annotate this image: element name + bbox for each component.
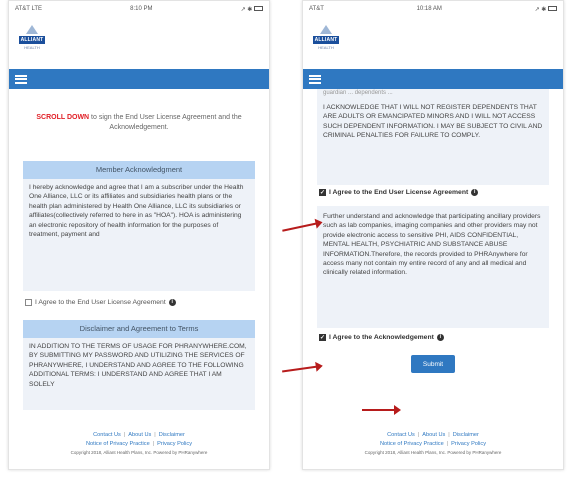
logo-wordmark: ALLIANT — [312, 36, 340, 44]
member-acknowledgment-title: Member Acknowledgment — [23, 161, 255, 179]
alliant-logo[interactable]: ALLIANT HEALTH — [17, 25, 47, 50]
right-phone-screen: AT&T 10:18 AM ↗ ✱ ALLIANT HEALTH guardia… — [302, 0, 564, 470]
left-phone-screen: AT&T LTE 8:10 PM ↗ ✱ ALLIANT HEALTH SCRO… — [8, 0, 270, 470]
main-content: guardian ... dependents ... I ACKNOWLEDG… — [303, 89, 563, 373]
contact-us-link[interactable]: Contact Us — [93, 432, 121, 438]
dependents-acknowledgment-body[interactable]: I ACKNOWLEDGE THAT I WILL NOT REGISTER D… — [317, 97, 549, 185]
disclaimer-body[interactable]: IN ADDITION TO THE TERMS OF USAGE FOR PH… — [23, 338, 255, 410]
footer-privacy-links: Notice of Privacy Practice | Privacy Polic… — [379, 441, 486, 447]
about-us-link[interactable]: About Us — [128, 432, 151, 438]
main-content: SCROLL DOWN to sign the End User License… — [9, 113, 269, 410]
disclaimer-panel: Disclaimer and Agreement to Terms IN ADD… — [23, 320, 255, 410]
status-icons: ↗ ✱ — [535, 6, 557, 13]
agree-ack-row[interactable]: ✓ I Agree to the Acknowledgement i — [319, 334, 549, 341]
carrier-label: AT&T LTE — [15, 6, 43, 12]
footer: Contact Us | About Us | Disclaimer Notice of… — [303, 431, 563, 455]
info-icon[interactable]: i — [471, 189, 479, 196]
member-acknowledgment-panel: Member Acknowledgment I hereby acknowled… — [23, 161, 255, 291]
status-icons: ↗ ✱ — [241, 6, 263, 13]
further-acknowledgment-panel: Further understand and acknowledge that … — [317, 206, 549, 328]
disclaimer-link[interactable]: Disclaimer — [159, 432, 185, 438]
hamburger-menu-icon[interactable] — [309, 74, 321, 84]
copyright-text: Copyright 2018, Alliant Health Plans, In… — [70, 450, 208, 455]
hamburger-menu-icon[interactable] — [15, 74, 27, 84]
intro-text: SCROLL DOWN to sign the End User License… — [23, 113, 255, 133]
intro-instruction: to sign the End User License Agreement a… — [89, 114, 242, 131]
battery-icon — [548, 6, 557, 12]
privacy-notice-link[interactable]: Notice of Privacy Practice — [86, 441, 150, 447]
carrier-label: AT&T — [309, 6, 324, 12]
alliant-logo[interactable]: ALLIANT HEALTH — [311, 25, 341, 50]
logo-area: ALLIANT HEALTH — [303, 17, 563, 69]
privacy-policy-link[interactable]: Privacy Policy — [451, 441, 486, 447]
agree-ack-label: I Agree to the Acknowledgement — [329, 334, 434, 341]
logo-subtext: HEALTH — [24, 45, 40, 50]
footer-links: Contact Us | About Us | Disclaimer — [387, 432, 479, 438]
agree-ack-checkbox[interactable]: ✓ — [319, 334, 326, 341]
agree-eula-row[interactable]: I Agree to the End User License Agreemen… — [25, 299, 255, 306]
footer-privacy-links: Notice of Privacy Practice | Privacy Polic… — [85, 441, 192, 447]
logo-mark-icon — [320, 25, 332, 34]
time-label: 8:10 PM — [130, 6, 153, 12]
agree-eula-row[interactable]: ✓ I Agree to the End User License Agreem… — [319, 189, 549, 196]
status-bar: AT&T 10:18 AM ↗ ✱ — [303, 1, 563, 17]
logo-mark-icon — [26, 25, 38, 34]
contact-us-link[interactable]: Contact Us — [387, 432, 415, 438]
agree-eula-checkbox[interactable]: ✓ — [319, 189, 326, 196]
member-acknowledgment-body[interactable]: I hereby acknowledge and agree that I am… — [23, 179, 255, 291]
time-label: 10:18 AM — [416, 6, 442, 12]
submit-row: Submit — [317, 355, 549, 373]
status-bar: AT&T LTE 8:10 PM ↗ ✱ — [9, 1, 269, 17]
info-icon[interactable]: i — [436, 334, 444, 341]
agree-eula-label: I Agree to the End User License Agreemen… — [35, 299, 166, 306]
privacy-policy-link[interactable]: Privacy Policy — [157, 441, 192, 447]
privacy-notice-link[interactable]: Notice of Privacy Practice — [380, 441, 444, 447]
logo-subtext: HEALTH — [318, 45, 334, 50]
annotation-arrow-submit — [362, 405, 401, 415]
disclaimer-title: Disclaimer and Agreement to Terms — [23, 320, 255, 338]
disclaimer-link[interactable]: Disclaimer — [453, 432, 479, 438]
copyright-text: Copyright 2018, Alliant Health Plans, In… — [364, 450, 502, 455]
status-indicators: ↗ ✱ — [534, 6, 547, 13]
nav-bar — [9, 69, 269, 89]
submit-button[interactable]: Submit — [411, 355, 455, 373]
nav-bar — [303, 69, 563, 89]
logo-wordmark: ALLIANT — [18, 36, 46, 44]
status-indicators: ↗ ✱ — [240, 6, 253, 13]
agree-eula-label: I Agree to the End User License Agreemen… — [329, 189, 469, 196]
footer-links: Contact Us | About Us | Disclaimer — [93, 432, 185, 438]
footer: Contact Us | About Us | Disclaimer Notice of… — [9, 431, 269, 455]
scrolled-fragment: guardian ... dependents ... — [323, 90, 393, 96]
agree-eula-checkbox[interactable] — [25, 299, 32, 306]
about-us-link[interactable]: About Us — [422, 432, 445, 438]
dependents-acknowledgment-panel: guardian ... dependents ... I ACKNOWLEDG… — [317, 89, 549, 185]
battery-icon — [254, 6, 263, 12]
scroll-down-label: SCROLL DOWN — [36, 114, 90, 121]
info-icon[interactable]: i — [168, 299, 176, 306]
further-acknowledgment-body[interactable]: Further understand and acknowledge that … — [317, 206, 549, 328]
logo-area: ALLIANT HEALTH — [9, 17, 269, 69]
